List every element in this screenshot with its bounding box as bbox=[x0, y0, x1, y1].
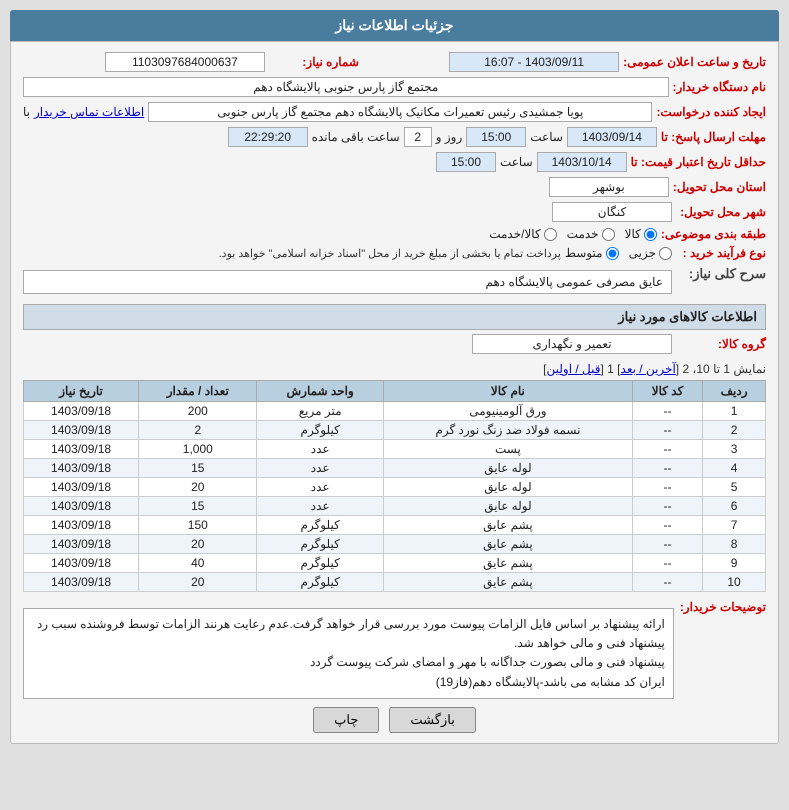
nooe-jozi[interactable]: جزیی bbox=[629, 246, 672, 260]
shomara-value: 1103097684000637 bbox=[105, 52, 265, 72]
grohe-kala-value: تعمیر و نگهداری bbox=[472, 334, 672, 354]
col-tarikh: تاریخ نیاز bbox=[24, 381, 139, 402]
tabaghe-khidmat[interactable]: خدمت bbox=[567, 227, 615, 241]
shahr-label: شهر محل تحویل: bbox=[676, 205, 766, 219]
col-vahed: واحد شمارش bbox=[257, 381, 384, 402]
table-row: 7--پشم عایقکیلوگرم1501403/09/18 bbox=[24, 516, 766, 535]
tabaghe-radio-group: کالا/خدمت خدمت کالا bbox=[489, 227, 657, 241]
tabaghe-kala-khidmat[interactable]: کالا/خدمت bbox=[489, 227, 556, 241]
back-button[interactable]: بازگشت bbox=[389, 707, 475, 733]
table-row: 2--نسمه فولاد ضد زنگ نورد گرمکیلوگرم2140… bbox=[24, 421, 766, 440]
nooe-farayand-radio-group: متوسط جزیی bbox=[565, 246, 672, 260]
pagination-last[interactable]: آخرین / بعد bbox=[621, 362, 676, 376]
tabaghe-kala[interactable]: کالا bbox=[625, 227, 657, 241]
table-row: 8--پشم عایقکیلوگرم201403/09/18 bbox=[24, 535, 766, 554]
farayand-desc: پرداخت تمام یا بخشی از مبلغ خرید از محل … bbox=[23, 247, 561, 260]
grohe-kala-label: گروه کالا: bbox=[676, 337, 766, 351]
hadaksar-label: حداقل تاریخ اعتبار قیمت: تا bbox=[631, 155, 766, 169]
tarikh-label: تاریخ و ساعت اعلان عمومی: bbox=[623, 55, 766, 69]
col-kod: کد کالا bbox=[632, 381, 702, 402]
tabaghe-label: طبقه بندی موضوعی: bbox=[661, 227, 766, 241]
table-row: 6--لوله عایقعدد151403/09/18 bbox=[24, 497, 766, 516]
items-table: ردیف کد کالا نام کالا واحد شمارش تعداد /… bbox=[23, 380, 766, 592]
col-name: نام کالا bbox=[383, 381, 632, 402]
hadaksar-time: 15:00 bbox=[436, 152, 496, 172]
kalaha-section-title: اطلاعات کالاهای مورد نیاز bbox=[23, 304, 766, 330]
table-row: 5--لوله عایقعدد201403/09/18 bbox=[24, 478, 766, 497]
table-row: 9--پشم عایقکیلوگرم401403/09/18 bbox=[24, 554, 766, 573]
ijad-konande-label: ایجاد کننده درخواست: bbox=[656, 105, 766, 119]
mohlat-ersal-label: مهلت ارسال پاسخ: تا bbox=[661, 130, 766, 144]
table-row: 3--پستعدد1,0001403/09/18 bbox=[24, 440, 766, 459]
mohlat-ersal-date: 1403/09/14 bbox=[567, 127, 657, 147]
nooe-farayand-label: نوع فرآیند خرید : bbox=[676, 246, 766, 260]
serh-koli-value: عایق مصرفی عمومی پالایشگاه دهم bbox=[23, 270, 672, 294]
hadaksar-date: 1403/10/14 bbox=[537, 152, 627, 172]
shahr-value: کنگان bbox=[552, 202, 672, 222]
ettelaat-tamas-link[interactable]: اطلاعات تماس خریدار bbox=[34, 105, 144, 119]
ostan-label: استان محل تحویل: bbox=[673, 180, 766, 194]
mohlat-ersal-time: 15:00 bbox=[466, 127, 526, 147]
saate-val: 22:29:20 bbox=[228, 127, 308, 147]
notes-label: توضیحات خریدار: bbox=[680, 600, 766, 614]
table-row: 1--ورق آلومینیومیمتر مریع2001403/09/18 bbox=[24, 402, 766, 421]
col-tedad: تعداد / مقدار bbox=[139, 381, 257, 402]
col-radif: ردیف bbox=[703, 381, 766, 402]
pagination-row: نمایش 1 تا 10، 2 [آخرین / بعد] 1 [قبل / … bbox=[23, 362, 766, 376]
nam-dastgah-value: مجتمع گاز پارس جنوبی پالایشگاه دهم bbox=[23, 77, 669, 97]
rooz-val: 2 bbox=[404, 127, 432, 147]
page-header: جزئیات اطلاعات نیاز bbox=[10, 10, 779, 41]
ijad-konande-value: پویا جمشیدی رئیس تعمیرات مکانیک پالایشگا… bbox=[148, 102, 652, 122]
nam-dastgah-label: نام دستگاه خریدار: bbox=[673, 80, 767, 94]
nooe-motavaset[interactable]: متوسط bbox=[565, 246, 619, 260]
table-row: 4--لوله عایقعدد151403/09/18 bbox=[24, 459, 766, 478]
serh-koli-label: سرح کلی نیاز: bbox=[676, 266, 766, 282]
shomara-label: شماره نیاز: bbox=[269, 55, 359, 69]
rooz-label: روز و bbox=[436, 130, 463, 144]
hadaksar-time-label: ساعت bbox=[500, 155, 533, 169]
table-row: 10--پشم عایقکیلوگرم201403/09/18 bbox=[24, 573, 766, 592]
tarikh-value: 1403/09/11 - 16:07 bbox=[449, 52, 619, 72]
ostan-value: بوشهر bbox=[549, 177, 669, 197]
pagination-prev[interactable]: قبل / اولین bbox=[546, 362, 600, 376]
notes-content: ارائه پیشنهاد بر اساس فایل الزامات پیوست… bbox=[23, 608, 674, 699]
print-button[interactable]: چاپ bbox=[313, 707, 379, 733]
mohlat-time-label: ساعت bbox=[530, 130, 563, 144]
saate-mande-label: ساعت باقی مانده bbox=[312, 130, 400, 144]
